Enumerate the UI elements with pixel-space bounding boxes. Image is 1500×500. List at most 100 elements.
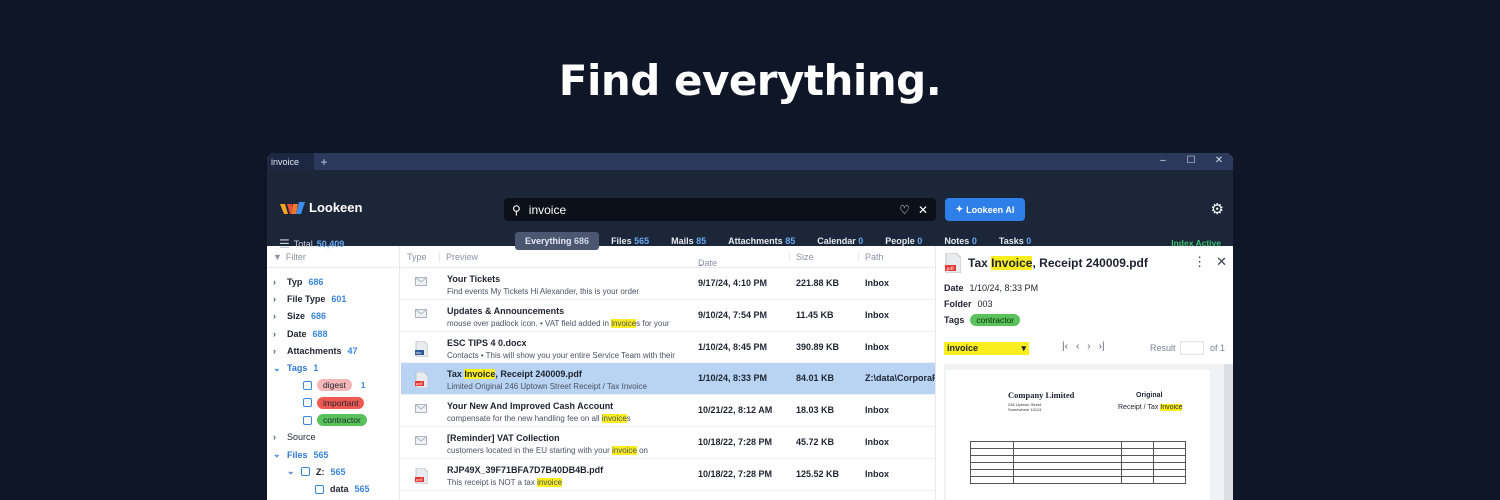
- row-title: ESC TIPS 4 0.docx: [447, 338, 527, 348]
- mail-file-icon: [415, 404, 427, 415]
- meta-label: Tags: [944, 315, 965, 325]
- tag-pill: important: [317, 396, 365, 409]
- chevron-down-icon: ⌄: [273, 449, 281, 460]
- close-window-button[interactable]: ✕: [1205, 153, 1233, 170]
- svg-text:doc: doc: [416, 350, 422, 354]
- filter-item-label: Typ: [287, 276, 303, 287]
- logo: Lookeen: [280, 200, 362, 215]
- heart-icon[interactable]: ♡: [899, 203, 910, 217]
- svg-text:pdf: pdf: [947, 266, 955, 272]
- more-options-icon[interactable]: ⋮: [1193, 254, 1206, 270]
- lookeen-ai-label: Lookeen AI: [966, 204, 1015, 215]
- doc-receipt-title: Receipt / Tax Invoice: [1118, 404, 1183, 411]
- find-bar: invoice ▾ |‹ ‹ › ›| Result of 1: [944, 341, 1225, 357]
- table-row[interactable]: Your Tickets Find events My Tickets Hi Al…: [401, 268, 935, 300]
- result-input[interactable]: [1180, 341, 1204, 355]
- preview-date: Date 1/10/24, 8:33 PM: [944, 283, 1038, 293]
- maximize-button[interactable]: ☐: [1177, 153, 1205, 170]
- tag-checkbox[interactable]: [303, 398, 312, 408]
- row-path: Inbox: [865, 278, 889, 288]
- filter-size[interactable]: › Size 686: [267, 308, 399, 325]
- row-title: Tax Invoice, Receipt 240009.pdf: [447, 369, 582, 380]
- filter-item-count: 1: [313, 363, 319, 374]
- column-path[interactable]: Path: [858, 252, 884, 262]
- tag-checkbox[interactable]: [303, 380, 312, 390]
- doc-invoice-table: [970, 441, 1187, 484]
- list-header: Type Preview Date ⌄ Size Path: [401, 246, 935, 268]
- filter-item-label: Files: [287, 449, 308, 460]
- filter-drive-z[interactable]: ⌄ Z: 565: [267, 463, 399, 480]
- filter-item-count: 686: [308, 276, 324, 287]
- table-row[interactable]: pdf Tax Invoice, Receipt 240009.pdf Limite…: [401, 363, 935, 396]
- filter-date[interactable]: › Date 688: [267, 325, 399, 342]
- filter-item-label: Size: [287, 311, 306, 322]
- first-result-icon[interactable]: |‹: [1062, 341, 1068, 352]
- column-type[interactable]: Type: [407, 252, 427, 262]
- prev-result-icon[interactable]: ‹: [1076, 341, 1079, 352]
- filter-header: ▼ Filter: [267, 246, 399, 268]
- find-term-select[interactable]: invoice ▾: [944, 342, 1029, 355]
- tab-count: 85: [785, 236, 796, 246]
- table-row[interactable]: doc ESC TIPS 4 0.docx Contacts • This will…: [401, 332, 935, 364]
- window-tab[interactable]: invoice: [267, 153, 314, 170]
- tab-label: Attachments: [728, 236, 783, 246]
- tab-count: 0: [1026, 236, 1032, 246]
- filter-data-folder[interactable]: data 565: [267, 481, 399, 498]
- clear-search-icon[interactable]: ✕: [918, 203, 928, 217]
- row-snippet-highlight: invoice: [537, 477, 563, 487]
- headline: Find everything.: [558, 56, 942, 105]
- minimize-button[interactable]: –: [1149, 153, 1177, 170]
- row-path: Inbox: [865, 436, 889, 447]
- tab-label: Everything: [525, 236, 572, 246]
- row-snippet-text: mouse over padlock icon. • VAT field add…: [447, 318, 612, 328]
- filter-attachments[interactable]: › Attachments 47: [267, 342, 399, 359]
- gear-icon[interactable]: ⚙: [1211, 200, 1224, 218]
- filter-item-count: 565: [313, 449, 329, 460]
- document-scrollbar[interactable]: [1224, 364, 1233, 500]
- doc-original: Original: [1136, 392, 1163, 399]
- tag-pill[interactable]: contractor: [970, 314, 1021, 326]
- meta-label: Folder: [944, 299, 972, 309]
- tab-label: Files: [611, 236, 632, 246]
- column-size[interactable]: Size: [789, 252, 814, 262]
- column-preview[interactable]: Preview: [439, 252, 478, 262]
- table-row[interactable]: Updates & Announcements mouse over padloc…: [401, 300, 935, 332]
- app-window: invoice + – ☐ ✕ Lookeen ⚲ ♡ ✕ ✦ Lookeen …: [267, 153, 1233, 500]
- filter-typ[interactable]: › Typ 686: [267, 273, 399, 290]
- row-snippet: Contacts • This will show you your entir…: [447, 351, 687, 360]
- next-result-icon[interactable]: ›: [1087, 341, 1090, 352]
- row-title-text: Tax: [447, 369, 465, 380]
- rows-container: Your Tickets Find events My Tickets Hi Al…: [401, 268, 935, 491]
- main-body: ▼ Filter › Typ 686 › File Type 601 › Size 686 …: [267, 246, 1233, 500]
- filter-pane: ▼ Filter › Typ 686 › File Type 601 › Size 686 …: [267, 246, 400, 500]
- drive-checkbox[interactable]: [301, 467, 310, 477]
- mail-file-icon: [415, 436, 427, 447]
- document-viewer[interactable]: Company Limited 246 Uptown Street Somewh…: [944, 364, 1233, 500]
- filter-source[interactable]: › Source: [267, 429, 399, 446]
- filter-file-type[interactable]: › File Type 601: [267, 290, 399, 307]
- new-tab-button[interactable]: +: [314, 153, 334, 170]
- tag-important[interactable]: important: [267, 394, 399, 411]
- tab-count: 686: [574, 236, 590, 246]
- tab-label: Notes: [944, 236, 970, 246]
- search-input[interactable]: [528, 202, 892, 217]
- tab-count: 85: [696, 236, 707, 246]
- lookeen-ai-button[interactable]: ✦ Lookeen AI: [945, 198, 1025, 221]
- table-row[interactable]: [Reminder] VAT Collection customers locat…: [401, 427, 935, 459]
- doc-company: Company Limited: [1008, 390, 1075, 400]
- row-title-text: RJP49X_39F71BFA7D7B40DB4B.pdf: [447, 464, 604, 475]
- tag-count: 1: [360, 380, 366, 391]
- table-row[interactable]: Your New And Improved Cash Account compen…: [401, 395, 935, 427]
- table-row[interactable]: pdf RJP49X_39F71BFA7D7B40DB4B.pdf This rec…: [401, 459, 935, 491]
- tag-digest[interactable]: digest 1: [267, 377, 399, 394]
- row-path: Z:\data\CorporaFi: [865, 373, 935, 384]
- close-preview-icon[interactable]: ✕: [1216, 254, 1227, 270]
- filter-files[interactable]: ⌄ Files 565: [267, 446, 399, 463]
- folder-checkbox[interactable]: [315, 484, 324, 494]
- filter-item-label: data: [330, 484, 349, 495]
- tag-checkbox[interactable]: [303, 415, 312, 425]
- filter-item-label: Date: [287, 328, 307, 339]
- tag-contractor[interactable]: contractor: [267, 411, 399, 428]
- filter-tags[interactable]: ⌄ Tags 1: [267, 359, 399, 376]
- last-result-icon[interactable]: ›|: [1099, 341, 1105, 352]
